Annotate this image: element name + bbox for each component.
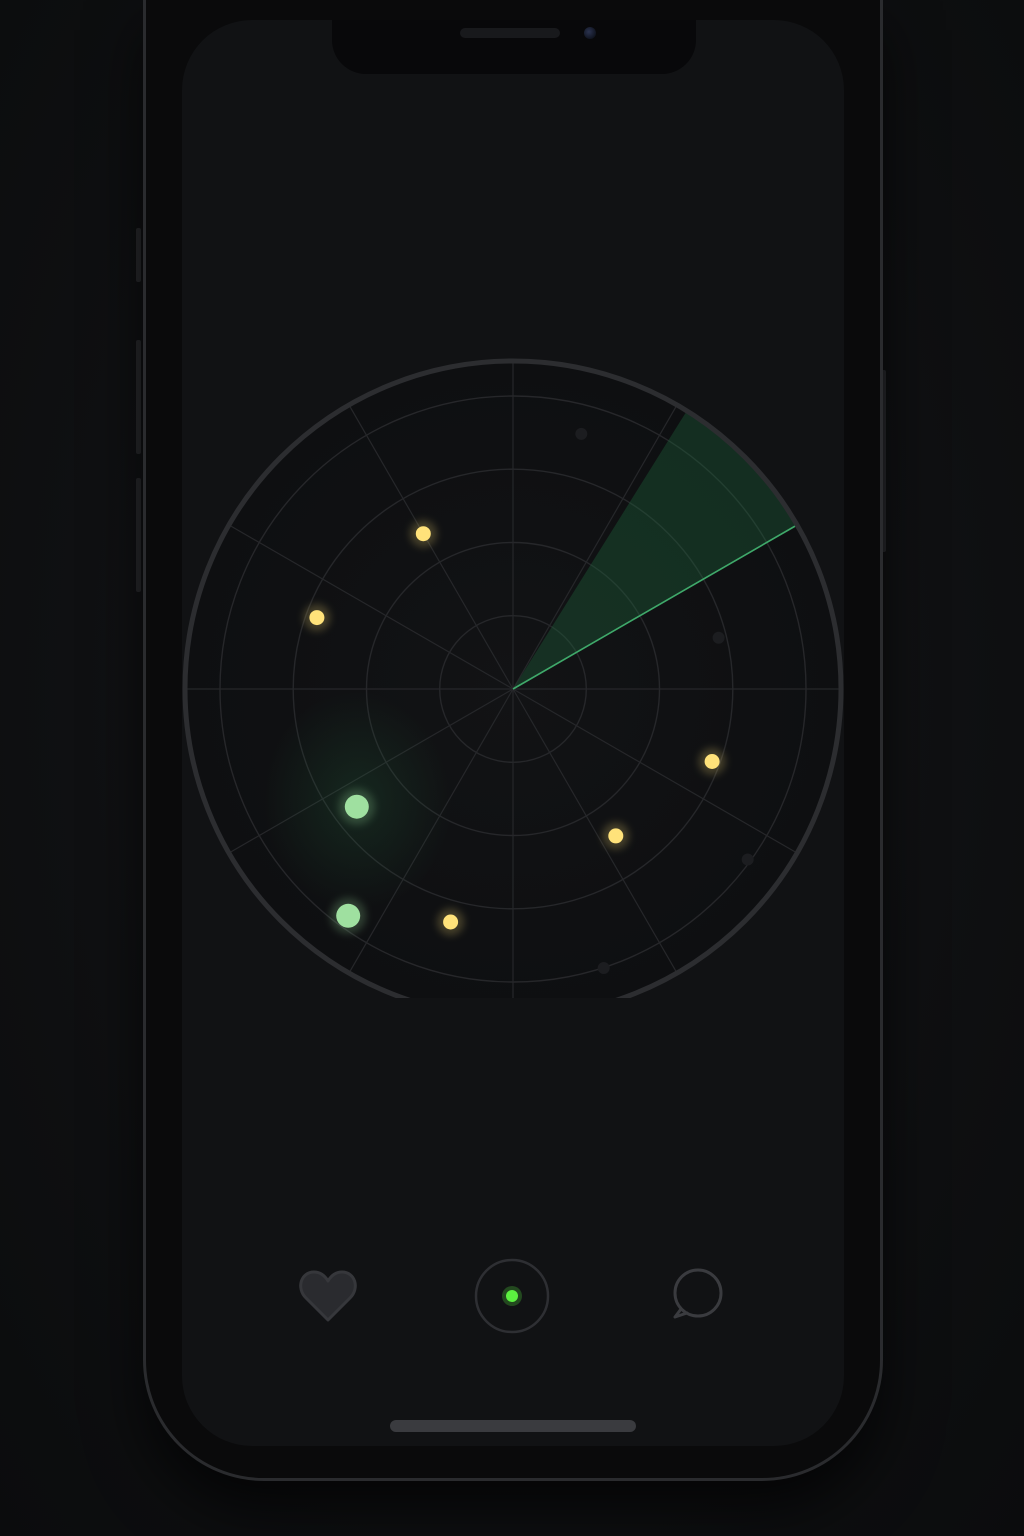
front-camera [584,27,596,39]
radar-blip-faint [597,962,610,974]
device-stage [0,0,1024,1536]
phone-frame [143,0,883,1478]
favorites-button[interactable] [288,1256,368,1336]
volume-up-button [136,340,141,454]
radar-blip-faint [575,427,588,440]
radar-blip-target[interactable] [303,604,331,632]
bottom-navigation [182,1256,844,1336]
radar-blip-faint [712,631,725,644]
chat-bubble-icon [673,1268,723,1319]
home-indicator[interactable] [390,1420,636,1432]
radar-blip-active[interactable] [338,788,375,825]
radar-blip-target[interactable] [602,822,630,850]
messages-button[interactable] [656,1256,736,1336]
heart-icon [299,1270,357,1322]
radar-blip-target[interactable] [698,748,726,775]
silent-switch [136,228,141,282]
phone-screen [182,20,844,1446]
radar-blip-faint [741,853,754,866]
earpiece-speaker [460,28,560,38]
scan-button[interactable] [472,1256,552,1336]
volume-down-button [136,478,141,592]
power-button [881,370,886,552]
radar-display[interactable] [182,336,844,998]
radar-blip-active[interactable] [330,897,367,934]
radar-dot-icon [474,1258,550,1334]
notch [332,20,696,74]
radar-blip-target[interactable] [409,520,437,548]
radar-blip-target[interactable] [437,908,465,936]
